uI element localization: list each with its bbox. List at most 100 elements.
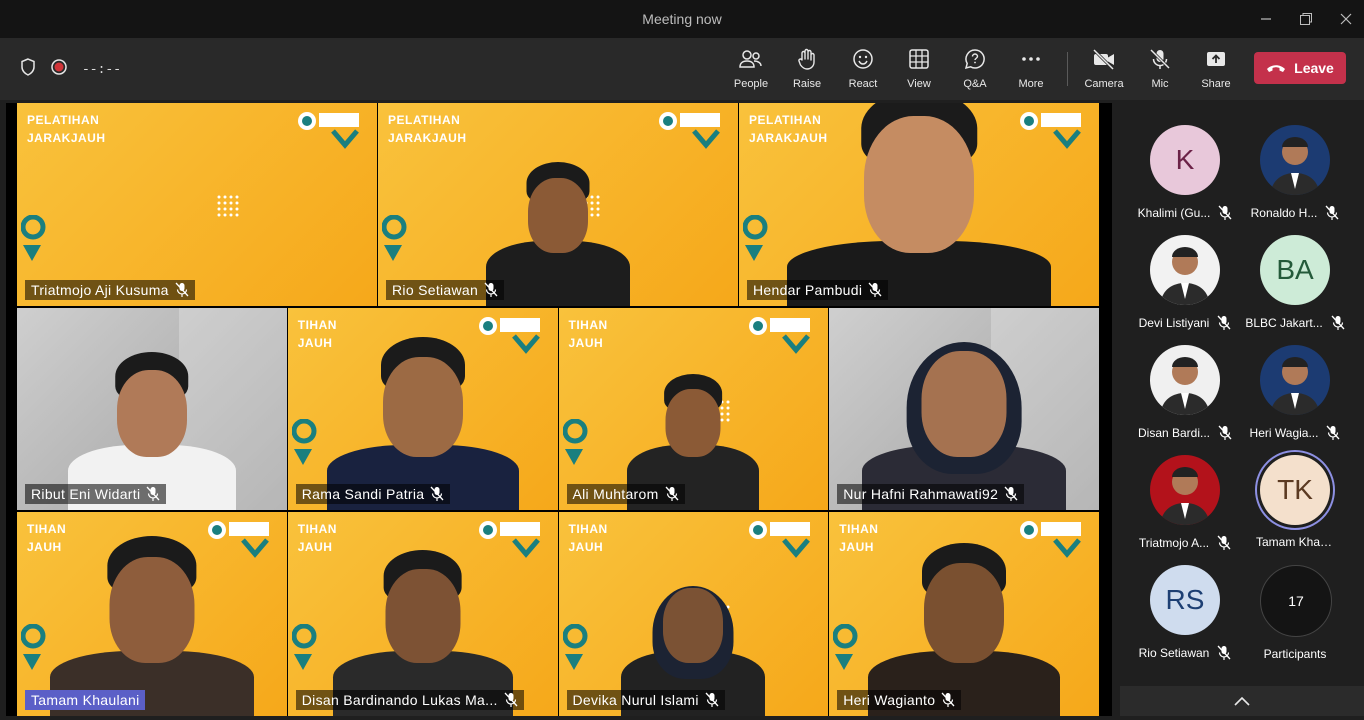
participant-name-label: Rio Setiawan xyxy=(386,280,505,300)
hang-up-icon xyxy=(1267,65,1286,72)
mic-off-icon xyxy=(1326,425,1340,440)
title-bar: Meeting now xyxy=(0,0,1364,38)
react-button[interactable]: React xyxy=(835,48,891,92)
video-tile[interactable]: Ribut Eni Widarti xyxy=(17,308,287,510)
roster-name: Devi Listiyani xyxy=(1130,315,1240,331)
shield-icon[interactable] xyxy=(20,58,36,81)
avatar: RS xyxy=(1150,565,1220,635)
view-button[interactable]: View xyxy=(891,48,947,92)
profile-photo xyxy=(1270,137,1320,195)
logo-badge-icon xyxy=(659,112,720,149)
avatar xyxy=(1150,345,1220,415)
decorative-shape-icon xyxy=(743,214,768,261)
mic-off-icon xyxy=(484,282,498,297)
mic-off-icon xyxy=(665,486,679,501)
participant-count-badge: 17 xyxy=(1260,565,1332,637)
more-button[interactable]: More xyxy=(1003,48,1059,92)
leave-button[interactable]: Leave xyxy=(1254,52,1346,84)
participant-name-label: Ali Muhtarom xyxy=(566,484,685,504)
video-grid: PELATIHAN JARAKJAUH Triatmojo Aji Kusuma PE… xyxy=(6,103,1112,716)
people-label: People xyxy=(733,78,769,90)
avatar xyxy=(1260,345,1330,415)
mic-off-icon xyxy=(868,282,882,297)
video-tile[interactable]: TIHAN JAUH Disan Bardinando Lukas Ma... xyxy=(287,512,558,716)
participants-button[interactable]: 17 Participants xyxy=(1240,565,1350,675)
close-icon[interactable] xyxy=(1326,0,1364,38)
profile-photo xyxy=(1160,247,1210,305)
roster-item[interactable]: Disan Bardi... xyxy=(1130,345,1240,455)
video-tile[interactable]: TIHAN JAUH Heri Wagianto xyxy=(829,512,1099,716)
participant-name-label: Hendar Pambudi xyxy=(747,280,889,300)
decorative-shape-icon xyxy=(21,214,46,261)
decorative-shape-icon xyxy=(291,624,317,671)
roster-item[interactable]: Ronaldo H... xyxy=(1240,125,1350,235)
toolbar-divider xyxy=(1067,52,1068,86)
meeting-info: --:-- xyxy=(20,58,121,81)
video-tile[interactable]: TIHAN JAUH Tamam Khaulani xyxy=(17,512,287,716)
share-button[interactable]: Share xyxy=(1188,48,1244,92)
profile-photo xyxy=(1270,357,1320,415)
raise-hand-icon xyxy=(798,48,815,70)
video-tile[interactable]: PELATIHAN JARAKJAUH Rio Setiawan xyxy=(378,103,738,306)
roster-name: Khalimi (Gu... xyxy=(1130,205,1240,221)
roster-item[interactable]: Triatmojo A... xyxy=(1130,455,1240,565)
roster-item[interactable]: BA BLBC Jakart... xyxy=(1240,235,1350,345)
mic-label: Mic xyxy=(1151,78,1169,90)
mic-button[interactable]: Mic xyxy=(1132,48,1188,92)
mic-off-icon xyxy=(1217,315,1231,330)
dot-pattern-icon xyxy=(217,195,239,217)
decorative-shape-icon xyxy=(833,624,858,671)
video-tile[interactable]: TIHAN JAUH Rama Sandi Patria xyxy=(287,308,558,510)
training-banner-text: PELATIHAN JARAKJAUH xyxy=(388,113,467,145)
mic-off-icon xyxy=(1217,535,1231,550)
camera-button[interactable]: Camera xyxy=(1076,48,1132,92)
mic-off-icon xyxy=(430,486,444,501)
participant-name-label: Triatmojo Aji Kusuma xyxy=(25,280,195,300)
minimize-icon[interactable] xyxy=(1246,0,1286,38)
video-tile[interactable]: PELATIHAN JARAKJAUH Hendar Pambudi xyxy=(739,103,1099,306)
camera-label: Camera xyxy=(1084,78,1124,90)
roster-item[interactable]: Devi Listiyani xyxy=(1130,235,1240,345)
avatar xyxy=(1150,235,1220,305)
react-label: React xyxy=(848,78,878,90)
participant-name-label: Nur Hafni Rahmawati92 xyxy=(837,484,1025,504)
decorative-shape-icon xyxy=(291,419,317,466)
participant-name-label: Heri Wagianto xyxy=(837,690,962,710)
video-tile[interactable]: PELATIHAN JARAKJAUH Triatmojo Aji Kusuma xyxy=(17,103,377,306)
mic-off-icon xyxy=(1218,425,1232,440)
roster-item[interactable]: TK Tamam Khaulani xyxy=(1240,455,1350,565)
avatar: K xyxy=(1150,125,1220,195)
roster-item[interactable]: Heri Wagia... xyxy=(1240,345,1350,455)
share-icon xyxy=(1207,52,1225,66)
more-label: More xyxy=(1018,78,1044,90)
view-label: View xyxy=(907,78,931,90)
avatar xyxy=(1150,455,1220,525)
collapse-gallery-button[interactable] xyxy=(1120,686,1364,716)
roster-item[interactable]: RS Rio Setiawan xyxy=(1130,565,1240,675)
participant-name-label: Rama Sandi Patria xyxy=(295,484,451,504)
chevron-up-icon xyxy=(1234,696,1250,706)
people-button[interactable]: People xyxy=(723,48,779,92)
participant-gallery: K Khalimi (Gu... Ronaldo H... Devi Listiyan… xyxy=(1120,103,1364,720)
roster-name: Triatmojo A... xyxy=(1130,535,1240,551)
raise-hand-button[interactable]: Raise xyxy=(779,48,835,92)
video-tile[interactable]: TIHAN JAUH Ali Muhtarom xyxy=(558,308,829,510)
logo-badge-icon xyxy=(298,112,359,149)
meeting-toolbar: --:-- People Raise React View Q&A More C… xyxy=(0,38,1364,100)
more-icon xyxy=(1022,57,1040,61)
recording-icon xyxy=(50,58,68,81)
qa-icon xyxy=(964,49,985,70)
mic-off-icon xyxy=(504,692,518,707)
participant-name-label: Ribut Eni Widarti xyxy=(25,484,167,504)
roster-item[interactable]: K Khalimi (Gu... xyxy=(1130,125,1240,235)
decorative-shape-icon xyxy=(562,624,587,671)
video-tile[interactable]: TIHAN JAUH Devika Nurul Islami xyxy=(558,512,829,716)
window-title: Meeting now xyxy=(642,11,722,27)
qa-button[interactable]: Q&A xyxy=(947,48,1003,92)
mic-off-icon xyxy=(1325,205,1339,220)
video-tile[interactable]: Nur Hafni Rahmawati92 xyxy=(829,308,1099,510)
qa-label: Q&A xyxy=(963,78,987,90)
people-icon xyxy=(739,50,762,68)
roster-name: Tamam Khaulani xyxy=(1256,535,1334,549)
restore-icon[interactable] xyxy=(1286,0,1326,38)
